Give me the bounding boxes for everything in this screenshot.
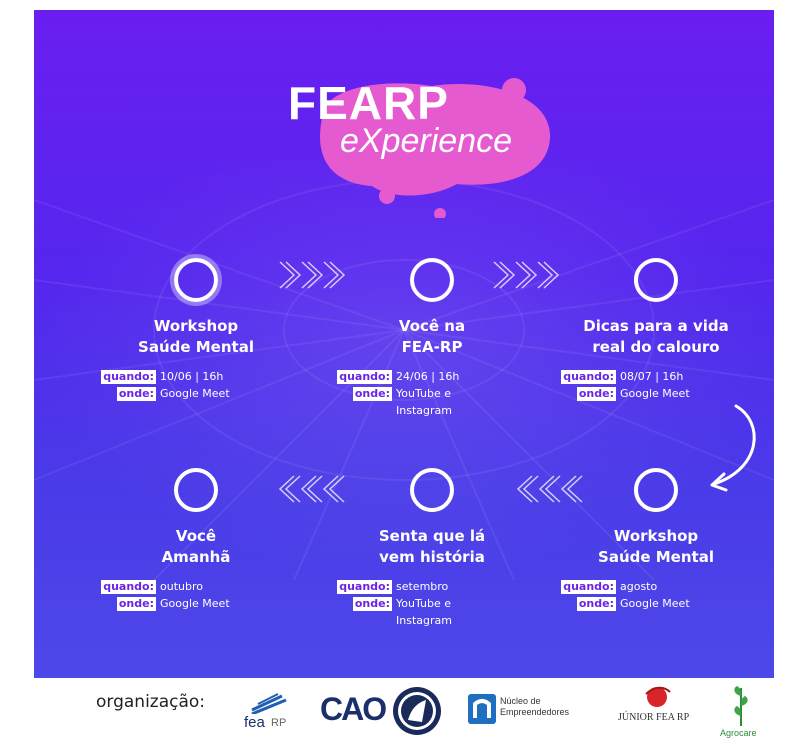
event-info: quando: agosto onde: Google Meet [556, 578, 756, 612]
event-card: Você na FEA-RP quando: 24/06 | 16h onde: Y… [332, 258, 532, 419]
organizers-label: organização: [96, 692, 206, 712]
event-card: Workshop Saúde Mental quando: agosto onde… [556, 468, 756, 612]
fea-rp-text: RP [271, 717, 287, 729]
seal-logo [392, 686, 442, 736]
nucleo-text-1: Núcleo de [500, 696, 541, 706]
when-label: quando: [561, 370, 616, 384]
event-circle-icon [174, 468, 218, 512]
cao-logo: CAO [320, 691, 387, 727]
event-circle-icon [410, 468, 454, 512]
where-label: onde: [352, 597, 392, 611]
event-info: quando: 08/07 | 16h onde: Google Meet [556, 368, 756, 402]
when-label: quando: [101, 580, 156, 594]
where-label: onde: [576, 387, 616, 401]
organizers-footer: organização: fea RP CAO Núcleo de Empree… [0, 678, 806, 746]
event-card: Workshop Saúde Mental quando: 10/06 | 16h… [96, 258, 296, 402]
event-when: 10/06 | 16h [160, 370, 224, 383]
event-when: outubro [160, 580, 203, 593]
event-title: Workshop Saúde Mental [598, 527, 714, 566]
event-where: YouTube e Instagram [396, 387, 452, 417]
agrocare-text: Agrocare [720, 728, 757, 738]
event-info: quando: setembro onde: YouTube e Instagram [332, 578, 532, 629]
event-card: Você Amanhã quando: outubro onde: Google M… [96, 468, 296, 612]
fea-text: fea [244, 714, 265, 731]
event-circle-icon [634, 468, 678, 512]
when-label: quando: [561, 580, 616, 594]
event-card: Senta que lá vem história quando: setembr… [332, 468, 532, 629]
event-card: Dicas para a vida real do calouro quando… [556, 258, 756, 402]
event-title: Senta que lá vem história [378, 527, 486, 566]
junior-text: JÚNIOR FEA RP [618, 712, 690, 723]
event-title: Você Amanhã [161, 527, 231, 566]
event-title: Workshop Saúde Mental [138, 317, 254, 356]
fearp-experience-logo: FEARP eXperience [282, 58, 572, 218]
event-when: 24/06 | 16h [396, 370, 460, 383]
event-when: agosto [620, 580, 658, 593]
event-circle-icon [174, 258, 218, 302]
event-when: 08/07 | 16h [620, 370, 684, 383]
where-label: onde: [352, 387, 392, 401]
event-info: quando: 24/06 | 16h onde: YouTube e Instag… [332, 368, 532, 419]
event-where: Google Meet [160, 597, 230, 610]
event-where: Google Meet [620, 387, 690, 400]
junior-fea-rp-logo: JÚNIOR FEA RP [618, 684, 698, 734]
event-where: Google Meet [620, 597, 690, 610]
event-circle-icon [634, 258, 678, 302]
agrocare-logo: Agrocare [718, 682, 764, 742]
where-label: onde: [116, 597, 156, 611]
event-where: YouTube e Instagram [396, 597, 452, 627]
event-info: quando: outubro onde: Google Meet [96, 578, 296, 612]
when-label: quando: [101, 370, 156, 384]
where-label: onde: [116, 387, 156, 401]
event-poster: FEARP eXperience Workshop Saúde Mental q… [34, 10, 774, 678]
when-label: quando: [337, 580, 392, 594]
event-info: quando: 10/06 | 16h onde: Google Meet [96, 368, 296, 402]
event-where: Google Meet [160, 387, 230, 400]
when-label: quando: [337, 370, 392, 384]
event-circle-icon [410, 258, 454, 302]
event-title: Você na FEA-RP [398, 317, 466, 356]
nucleo-text-2: Empreendedores [500, 707, 570, 717]
event-when: setembro [396, 580, 449, 593]
where-label: onde: [576, 597, 616, 611]
fea-rp-logo: fea RP [244, 692, 290, 736]
nucleo-empreendedores-logo: Núcleo de Empreendedores [468, 692, 598, 728]
logo-subtitle: eXperience [340, 122, 513, 160]
event-title: Dicas para a vida real do calouro [583, 317, 729, 356]
